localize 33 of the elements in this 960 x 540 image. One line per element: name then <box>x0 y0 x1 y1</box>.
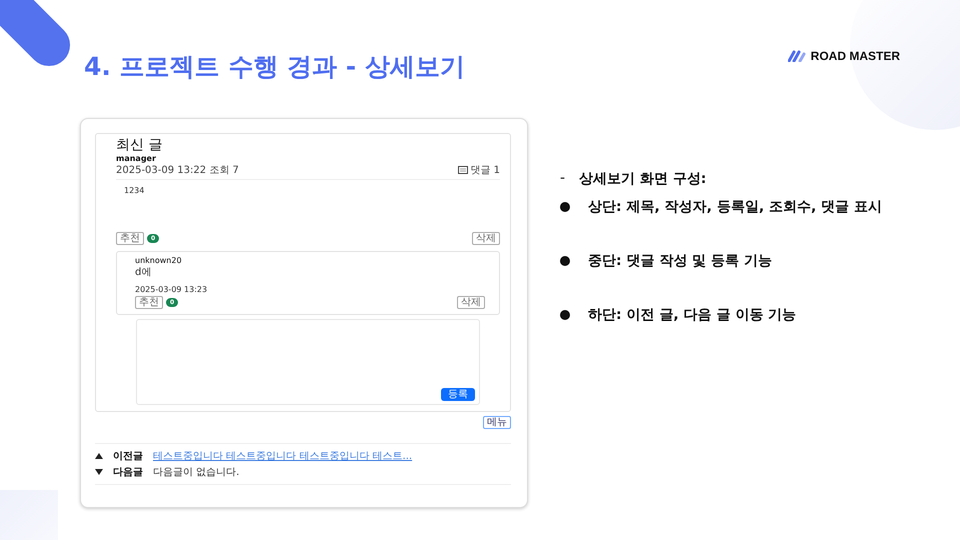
recommend-button[interactable]: 추천 <box>135 296 163 309</box>
comment-author: unknown20 <box>135 256 183 265</box>
bullet-icon <box>560 310 570 320</box>
post-body: 1234 <box>123 185 146 197</box>
slide-title: 4. 프로젝트 수행 경과 - 상세보기 <box>84 50 465 82</box>
comment-icon <box>458 166 468 174</box>
submit-button[interactable]: 등록 <box>441 388 475 401</box>
note-text: 중단: 댓글 작성 및 등록 기능 <box>588 252 772 270</box>
post-title: 최신 글 <box>116 136 164 154</box>
menu-button[interactable]: 메뉴 <box>483 416 511 429</box>
comment-count: 댓글 1 <box>470 164 500 177</box>
up-triangle-icon <box>95 453 103 459</box>
list-marker: - <box>560 170 566 188</box>
bullet-icon <box>560 202 570 212</box>
down-triangle-icon <box>95 469 103 475</box>
nav-label: 이전글 <box>113 450 143 463</box>
post-author: manager <box>116 154 157 163</box>
comment-input-field[interactable]: 등록 <box>136 319 480 405</box>
nav-text: 다음글이 없습니다. <box>153 466 240 479</box>
post-link[interactable]: 테스트중입니다 테스트중입니다 테스트중입니다 테스트... <box>153 449 412 463</box>
logo-text: ROAD MASTER <box>810 49 900 63</box>
recommend-button[interactable]: 추천 <box>116 232 144 245</box>
delete-button[interactable]: 삭제 <box>472 232 500 245</box>
notes-heading: 상세보기 화면 구성: <box>579 170 706 188</box>
note-text: 하단: 이전 글, 다음 글 이동 기능 <box>588 306 796 324</box>
nav-label: 다음글 <box>113 466 143 479</box>
delete-button[interactable]: 삭제 <box>457 296 485 309</box>
comment-date: 2025-03-09 13:23 <box>135 285 208 294</box>
bullet-icon <box>560 256 570 266</box>
note-text: 상단: 제목, 작성자, 등록일, 조회수, 댓글 표시 <box>588 198 882 216</box>
comment-text: d에 <box>135 266 152 280</box>
logo-icon <box>788 50 806 62</box>
post-meta: 2025-03-09 13:22 조회 7 <box>116 164 239 177</box>
